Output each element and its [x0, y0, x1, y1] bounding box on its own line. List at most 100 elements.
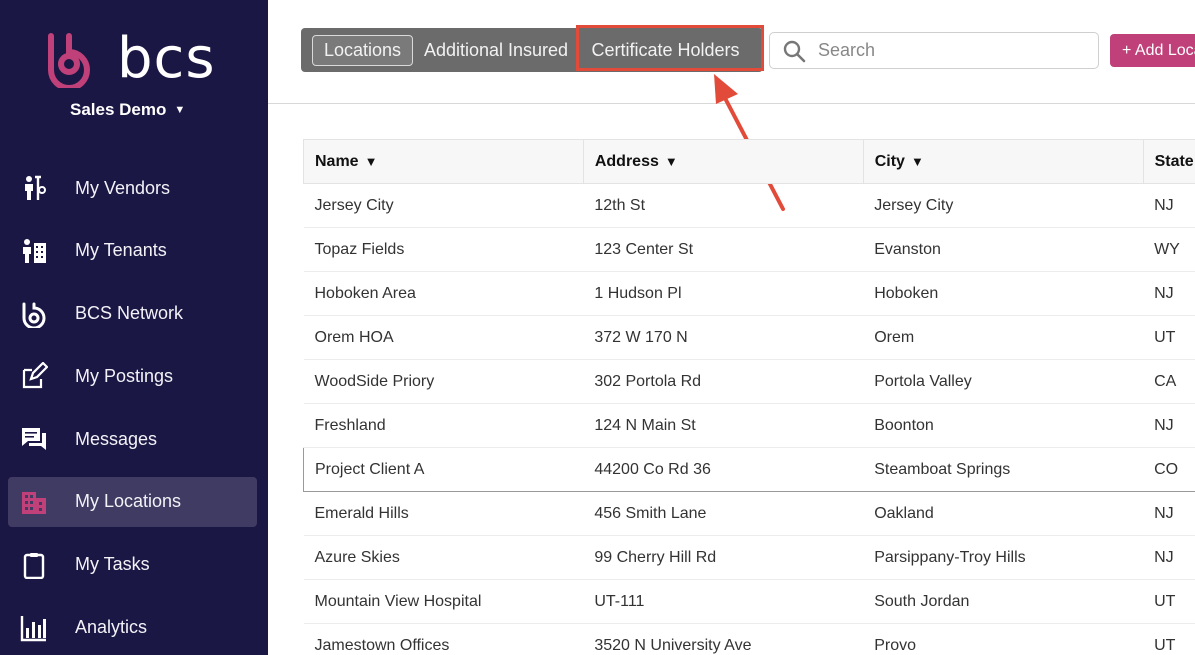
tasks-icon: [19, 550, 49, 580]
cell-name: Topaz Fields: [303, 227, 584, 272]
cell-name: Project Client A: [303, 447, 584, 492]
table-row[interactable]: Emerald Hills 456 Smith Lane Oakland NJ: [303, 491, 1195, 536]
search-box[interactable]: [769, 32, 1099, 69]
cell-name: Emerald Hills: [303, 491, 584, 536]
cell-address: 44200 Co Rd 36: [583, 447, 864, 492]
table-row[interactable]: Jamestown Offices 3520 N University Ave Pr…: [303, 623, 1195, 655]
cell-city: Evanston: [863, 227, 1144, 272]
sidebar-item-label: My Tenants: [75, 240, 167, 261]
cell-address: 372 W 170 N: [583, 315, 864, 360]
cell-city: Jersey City: [863, 183, 1144, 228]
table-row[interactable]: WoodSide Priory 302 Portola Rd Portola Val…: [303, 359, 1195, 404]
postings-icon: [19, 361, 49, 391]
add-location-button[interactable]: + Add Location: [1110, 34, 1195, 67]
cell-address: UT-111: [583, 579, 864, 624]
table-row[interactable]: Jersey City 12th St Jersey City NJ: [303, 183, 1195, 228]
column-header-address[interactable]: Address ▼: [582, 139, 864, 184]
column-label: State: [1154, 152, 1194, 170]
cell-address: 1 Hudson Pl: [583, 271, 864, 316]
view-tabs: Locations Additional Insured Certificate…: [301, 28, 763, 72]
cell-state: UT: [1143, 623, 1195, 655]
locations-icon: [19, 487, 49, 517]
cell-address: 456 Smith Lane: [583, 491, 864, 536]
table-row[interactable]: Orem HOA 372 W 170 N Orem UT: [303, 315, 1195, 360]
cell-name: Orem HOA: [303, 315, 584, 360]
cell-name: Hoboken Area: [303, 271, 584, 316]
sidebar-item-messages[interactable]: Messages: [8, 414, 257, 464]
sidebar-item-my-tasks[interactable]: My Tasks: [8, 540, 257, 590]
sidebar-item-analytics[interactable]: Analytics: [8, 603, 257, 653]
tenants-icon: [19, 236, 49, 266]
column-header-city[interactable]: City ▼: [862, 139, 1144, 184]
cell-address: 124 N Main St: [583, 403, 864, 448]
table-row[interactable]: Topaz Fields 123 Center St Evanston WY: [303, 227, 1195, 272]
bcs-logo[interactable]: bcs: [45, 30, 216, 88]
tab-certificate-holders[interactable]: Certificate Holders: [584, 35, 747, 66]
cell-address: 302 Portola Rd: [583, 359, 864, 404]
column-label: City: [874, 152, 905, 170]
sidebar-item-label: Messages: [75, 428, 158, 449]
column-label: Name: [315, 152, 359, 170]
cell-state: UT: [1143, 579, 1195, 624]
column-header-name[interactable]: Name ▼: [303, 139, 584, 184]
cell-name: Azure Skies: [303, 535, 584, 580]
tab-additional-insured[interactable]: Additional Insured: [421, 35, 571, 66]
sidebar-item-my-vendors[interactable]: My Vendors: [8, 163, 257, 213]
toolbar: Locations Additional Insured Certificate…: [268, 0, 1195, 104]
sidebar-item-label: BCS Network: [75, 303, 184, 324]
cell-name: Jamestown Offices: [303, 623, 584, 655]
cell-city: Provo: [863, 623, 1144, 655]
search-icon: [783, 40, 806, 62]
vendors-icon: [19, 173, 49, 203]
cell-city: Portola Valley: [863, 359, 1144, 404]
bcs-logo-mark-icon: [48, 33, 90, 88]
account-switcher[interactable]: Sales Demo ▼: [70, 100, 185, 120]
table-header-row: Name ▼ Address ▼ City ▼ State: [303, 139, 1195, 184]
sidebar-item-my-locations[interactable]: My Locations: [8, 476, 257, 527]
cell-state: UT: [1143, 315, 1195, 360]
cell-city: Orem: [863, 315, 1144, 360]
cell-name: Jersey City: [303, 183, 584, 228]
tab-locations[interactable]: Locations: [312, 35, 413, 66]
cell-state: NJ: [1143, 183, 1195, 228]
cell-state: NJ: [1143, 535, 1195, 580]
sidebar-item-my-postings[interactable]: My Postings: [8, 351, 257, 401]
sidebar-item-label: My Tasks: [75, 554, 150, 575]
column-header-state[interactable]: State: [1142, 139, 1195, 184]
sort-down-icon: ▼: [910, 153, 924, 169]
cell-state: WY: [1143, 227, 1195, 272]
cell-state: NJ: [1143, 403, 1195, 448]
logo-text: bcs: [117, 26, 216, 91]
sidebar-item-label: Analytics: [75, 617, 148, 638]
table-body: Jersey City 12th St Jersey City NJ Topaz Fi…: [303, 183, 1195, 655]
table-row-selected[interactable]: Project Client A 44200 Co Rd 36 Steamboat …: [303, 447, 1195, 492]
sidebar-item-label: My Vendors: [75, 177, 171, 198]
cell-address: 123 Center St: [583, 227, 864, 272]
sidebar-item-label: My Locations: [75, 491, 182, 512]
messages-icon: [19, 424, 49, 454]
sort-down-icon: ▼: [364, 153, 378, 169]
cell-state: CO: [1143, 447, 1195, 492]
account-name: Sales Demo: [70, 100, 167, 119]
analytics-icon: [19, 613, 49, 643]
cell-state: CA: [1143, 359, 1195, 404]
bcs-network-icon: [19, 299, 49, 329]
sidebar-item-bcs-network[interactable]: BCS Network: [8, 289, 257, 339]
table-row[interactable]: Azure Skies 99 Cherry Hill Rd Parsippany-T…: [303, 535, 1195, 580]
sidebar: bcs Sales Demo ▼ My Vendors My Tenants B…: [0, 0, 268, 655]
sidebar-item-my-tenants[interactable]: My Tenants: [8, 226, 257, 276]
table-row[interactable]: Mountain View Hospital UT-111 South Jordan…: [303, 579, 1195, 624]
cell-address: 3520 N University Ave: [583, 623, 864, 655]
sidebar-item-label: My Postings: [75, 365, 174, 386]
cell-city: Oakland: [863, 491, 1144, 536]
cell-city: South Jordan: [863, 579, 1144, 624]
sidebar-nav: My Vendors My Tenants BCS Network My Pos…: [8, 163, 257, 655]
cell-name: WoodSide Priory: [303, 359, 584, 404]
cell-city: Steamboat Springs: [863, 447, 1144, 492]
table-row[interactable]: Freshland 124 N Main St Boonton NJ: [303, 403, 1195, 448]
table-row[interactable]: Hoboken Area 1 Hudson Pl Hoboken NJ: [303, 271, 1195, 316]
cell-address: 12th St: [583, 183, 864, 228]
cell-city: Boonton: [863, 403, 1144, 448]
search-input[interactable]: [818, 40, 1088, 61]
cell-address: 99 Cherry Hill Rd: [583, 535, 864, 580]
